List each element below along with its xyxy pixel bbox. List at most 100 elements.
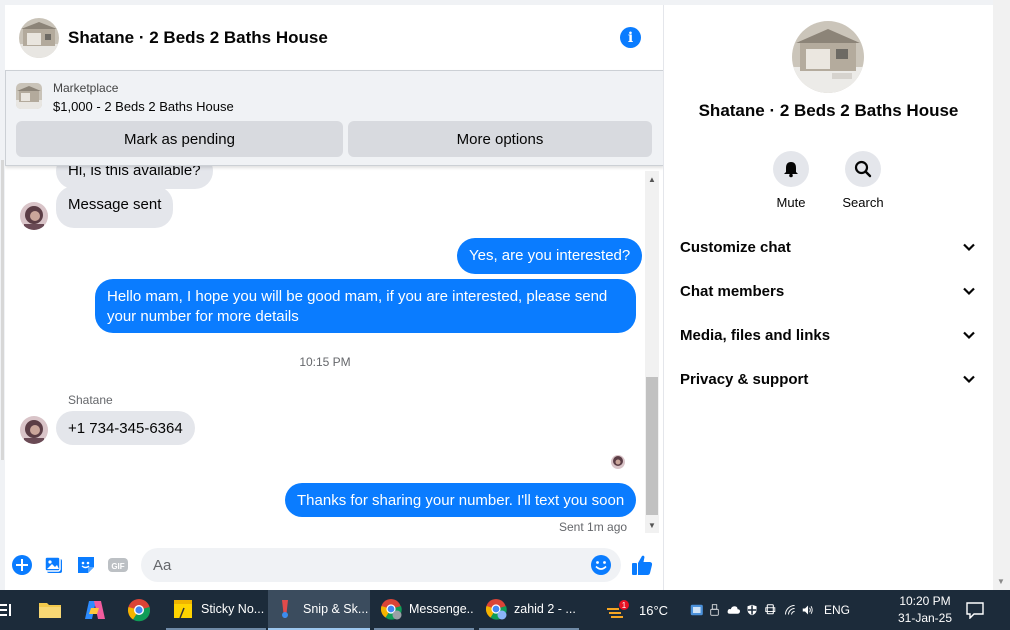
info-panel-title: Shatane · 2 Beds 2 Baths House [698, 101, 959, 120]
message-bubble-outgoing[interactable]: Yes, are you interested? [457, 238, 643, 274]
info-icon[interactable]: i [620, 27, 641, 48]
taskbar-app-label: zahid 2 - ... [514, 602, 576, 616]
listing-avatar-large[interactable] [792, 21, 864, 93]
emoji-icon[interactable] [590, 554, 612, 576]
folder-icon [39, 603, 61, 618]
tray-app-icon[interactable] [690, 602, 704, 618]
thumbs-up-icon[interactable] [629, 552, 655, 578]
search-label: Search [842, 195, 884, 210]
weather-widget[interactable]: 1 16°C [605, 590, 675, 630]
message-bubble-incoming[interactable]: Message sent [56, 186, 174, 228]
taskbar-app-sticky-notes[interactable]: Sticky No... [166, 590, 266, 630]
section-label: Chat members [680, 282, 785, 300]
task-view-glyph-icon [0, 604, 11, 616]
chrome-icon[interactable] [127, 590, 155, 630]
avatar[interactable] [20, 416, 48, 444]
mute-button[interactable]: Mute [755, 151, 827, 210]
device-icon[interactable] [765, 602, 776, 618]
usb-device-icon[interactable] [709, 602, 719, 618]
scroll-thumb[interactable] [646, 377, 658, 515]
weather-temperature: 16°C [639, 602, 669, 618]
windows-taskbar: Sticky No... Snip & Sk... Messenge... za… [0, 590, 1010, 630]
message-list: Hi, is this available? Message sent Yes,… [5, 165, 645, 537]
marketplace-label: Marketplace [53, 81, 119, 95]
chat-title[interactable]: Shatane · 2 Beds 2 Baths House [68, 28, 328, 48]
listing-summary[interactable]: $1,000 - 2 Beds 2 Baths House [53, 99, 234, 114]
more-options-button[interactable]: More options [348, 121, 652, 157]
chevron-down-icon [963, 331, 975, 340]
conversation-info-panel: Shatane · 2 Beds 2 Baths House Mute Sear… [664, 5, 993, 590]
task-view-icon[interactable] [0, 590, 16, 630]
sent-status: Sent 1m ago [559, 520, 628, 534]
wifi-icon[interactable] [784, 603, 796, 617]
taskbar-app-snip-sketch[interactable]: Snip & Sk... [268, 590, 370, 630]
chrome-profile-icon [485, 599, 507, 620]
onedrive-cloud-icon[interactable] [727, 603, 741, 617]
language-indicator[interactable]: ENG [824, 603, 850, 617]
taskbar-app-label: Snip & Sk... [303, 602, 369, 616]
message-timestamp: 10:15 PM [299, 355, 351, 369]
section-label: Customize chat [680, 238, 791, 256]
clock-date: 31-Jan-25 [897, 611, 953, 625]
section-label: Media, files and links [680, 326, 831, 344]
message-text-line: Hello mam, I hope you will be good mam, … [107, 288, 608, 305]
seen-indicator-avatar [611, 455, 625, 469]
chat-panel: Shatane · 2 Beds 2 Baths House i Marketp… [5, 5, 664, 590]
mark-as-pending-button[interactable]: Mark as pending [16, 121, 343, 157]
search-icon [854, 160, 872, 178]
chevron-down-icon [963, 287, 975, 296]
taskbar-app-label: Messenge... [409, 602, 474, 616]
mute-button-circle [773, 151, 809, 187]
copilot-logo-icon [85, 601, 105, 619]
weather-badge: 1 [622, 601, 627, 610]
scroll-down-arrow-icon[interactable]: ▼ [647, 521, 657, 531]
sticker-icon[interactable] [75, 554, 97, 576]
listing-avatar[interactable] [19, 17, 59, 58]
message-bubble-outgoing[interactable]: Thanks for sharing your number. I'll tex… [285, 483, 637, 517]
action-center-icon [966, 602, 984, 619]
notifications-icon[interactable] [966, 590, 990, 630]
message-input[interactable] [141, 548, 621, 582]
user-photo-icon [20, 416, 48, 444]
section-privacy-support[interactable]: Privacy & support [680, 367, 976, 391]
svg-text:GIF: GIF [111, 562, 124, 571]
security-shield-icon[interactable] [746, 602, 758, 618]
section-label: Privacy & support [680, 370, 809, 388]
system-tray: ENG [690, 590, 850, 630]
chrome-logo-icon [127, 599, 151, 622]
search-button-circle [845, 151, 881, 187]
search-button[interactable]: Search [827, 151, 899, 210]
message-bubble-incoming[interactable]: +1 734-345-6364 [56, 411, 195, 445]
scroll-up-arrow-icon[interactable]: ▲ [647, 175, 657, 185]
page-scrollbar[interactable]: ▼ [993, 0, 1010, 590]
chevron-down-icon [963, 243, 975, 252]
chat-header: Shatane · 2 Beds 2 Baths House i [5, 5, 663, 71]
bell-icon [784, 162, 798, 178]
user-photo-icon [20, 202, 48, 230]
volume-icon[interactable] [802, 603, 814, 617]
section-customize-chat[interactable]: Customize chat [680, 235, 976, 259]
taskbar-app-messenger[interactable]: Messenge... [374, 590, 474, 630]
section-chat-members[interactable]: Chat members [680, 279, 976, 303]
message-bubble-outgoing[interactable]: Hello mam, I hope you will be good mam, … [95, 279, 636, 333]
plus-icon[interactable] [11, 554, 33, 576]
message-scrollbar[interactable]: ▲ ▼ [645, 171, 659, 533]
house-photo-icon [16, 83, 42, 109]
house-photo-icon [19, 17, 59, 58]
taskbar-app-label: Sticky No... [201, 602, 265, 616]
house-photo-icon [792, 21, 864, 93]
file-explorer-icon[interactable] [38, 590, 66, 630]
scroll-down-arrow-icon[interactable]: ▼ [997, 577, 1005, 586]
listing-thumbnail[interactable] [16, 83, 42, 109]
clock-time: 10:20 PM [899, 594, 951, 608]
chrome-profile-icon [380, 599, 402, 620]
mute-label: Mute [776, 195, 806, 210]
message-composer: GIF [5, 540, 663, 590]
taskbar-clock[interactable]: 10:20 PM 31-Jan-25 [893, 593, 957, 627]
photo-gallery-icon[interactable] [43, 554, 65, 576]
gif-icon[interactable]: GIF [107, 554, 129, 576]
avatar[interactable] [20, 202, 48, 230]
section-media-files-links[interactable]: Media, files and links [680, 323, 976, 347]
copilot-icon[interactable] [83, 590, 111, 630]
taskbar-app-zahid[interactable]: zahid 2 - ... [479, 590, 579, 630]
